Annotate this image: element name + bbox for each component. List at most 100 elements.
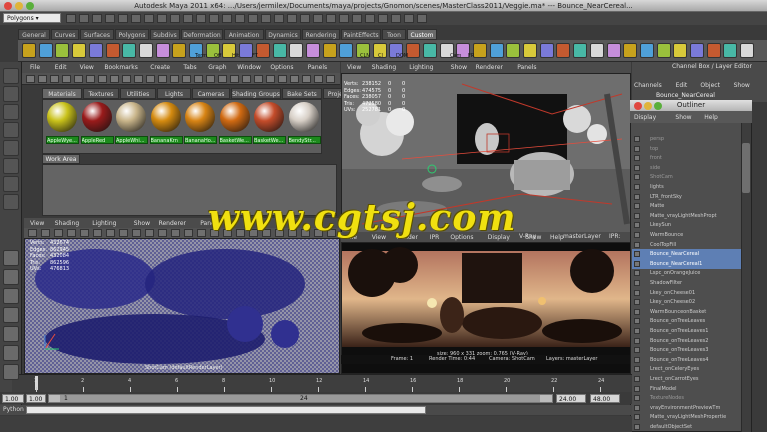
status-line-tool-icon[interactable] [170, 14, 180, 23]
outliner-scroll-thumb[interactable] [742, 143, 750, 193]
outliner-menu-show[interactable]: Show [675, 112, 691, 123]
outliner-item[interactable]: Bounce_onTreeLeaves3 [632, 345, 750, 355]
outliner-item[interactable]: Lkey_onCheese01 [632, 288, 750, 298]
animation-end-field[interactable]: 48.00 [590, 394, 620, 403]
hypershade-menu-panels[interactable]: Panels [308, 62, 327, 73]
shelf-button-icon[interactable] [339, 43, 354, 58]
hypershade-toolbar-icon[interactable] [62, 75, 71, 83]
material-swatch[interactable] [150, 102, 181, 132]
shelf-tab-surfaces[interactable]: Surfaces [80, 29, 114, 40]
channel-box-menu-edit[interactable]: Edit [676, 80, 688, 91]
hypershade-toolbar-icon[interactable] [230, 75, 239, 83]
hypershade-menu-tabs[interactable]: Tabs [183, 62, 196, 73]
hypershade-menu-create[interactable]: Create [150, 62, 170, 73]
material-swatch[interactable] [47, 102, 77, 132]
outliner-item[interactable]: defaultObjectSet [632, 422, 750, 432]
hypershade-tab-lights[interactable]: Lights [157, 88, 191, 99]
viewport-toolbar-icon[interactable] [132, 229, 141, 237]
shelf-button-icon[interactable] [172, 43, 187, 58]
menu-set-select[interactable]: Polygons ▾ [3, 13, 61, 23]
viewport-toolbar-icon[interactable] [197, 229, 206, 237]
manipulator-tool-icon[interactable] [3, 176, 19, 192]
layout-preset-icon[interactable] [3, 364, 19, 380]
status-line-tool-icon[interactable] [352, 14, 362, 23]
outliner-item[interactable]: Bounce_onTreeLeaves4 [632, 355, 750, 365]
hypershade-toolbar-icon[interactable] [110, 75, 119, 83]
hypershade-toolbar-icon[interactable] [326, 75, 335, 83]
shelf-button-icon[interactable] [639, 43, 654, 58]
shelf-tab-dynamics[interactable]: Dynamics [265, 29, 301, 40]
render-layer-select[interactable]: masterLayer [563, 233, 601, 240]
move-tool-icon[interactable] [3, 122, 19, 138]
shelf-button-icon[interactable] [706, 43, 721, 58]
shelf-tab-animation[interactable]: Animation [224, 29, 264, 40]
outliner-item[interactable]: persp [632, 134, 750, 144]
hypershade-toolbar-icon[interactable] [74, 75, 83, 83]
layout-preset-icon[interactable] [3, 288, 19, 304]
shelf-button-icon[interactable] [105, 43, 120, 58]
status-line-tool-icon[interactable] [274, 14, 284, 23]
shelf-button-icon[interactable] [272, 43, 287, 58]
shelf-button-icon[interactable] [155, 43, 170, 58]
outliner-close-button[interactable] [634, 102, 642, 110]
shelf-button-icon[interactable] [88, 43, 103, 58]
viewport-toolbar-icon[interactable] [171, 229, 180, 237]
status-line-tool-icon[interactable] [222, 14, 232, 23]
viewport-toolbar-icon[interactable] [41, 229, 50, 237]
status-line-tool-icon[interactable] [417, 14, 427, 23]
shelf-tab-deformation[interactable]: Deformation [181, 29, 223, 40]
outliner-item[interactable]: WarmBounceonBasket [632, 307, 750, 317]
status-line-tool-icon[interactable] [144, 14, 154, 23]
status-line-tool-icon[interactable] [131, 14, 141, 23]
status-line-tool-icon[interactable] [196, 14, 206, 23]
shelf-button-icon[interactable] [656, 43, 671, 58]
shelf-button-icon[interactable] [723, 43, 738, 58]
layout-preset-icon[interactable] [3, 307, 19, 323]
outliner-menu-help[interactable]: Help [704, 112, 718, 123]
hypershade-menu-window[interactable]: Window [237, 62, 261, 73]
playback-end-field[interactable]: 24.00 [556, 394, 586, 403]
shelf-button-icon[interactable] [422, 43, 437, 58]
status-line-tool-icon[interactable] [365, 14, 375, 23]
top-viewport-menu-shading[interactable]: Shading [372, 62, 396, 73]
shelf-button-icon[interactable] [322, 43, 337, 58]
hypershade-toolbar-icon[interactable] [122, 75, 131, 83]
outliner-item[interactable]: vrayEnvironmentPreviewTm [632, 403, 750, 413]
shelf-button-icon[interactable] [472, 43, 487, 58]
shelf-button-icon[interactable] [690, 43, 704, 58]
shelf-button-icon[interactable] [239, 43, 254, 58]
viewport-toolbar-icon[interactable] [158, 229, 167, 237]
status-line-tool-icon[interactable] [313, 14, 323, 23]
shelf-button-icon[interactable] [673, 43, 688, 58]
shelf-button-icon[interactable] [573, 43, 588, 58]
status-line-tool-icon[interactable] [79, 14, 89, 23]
status-line-tool-icon[interactable] [92, 14, 102, 23]
hypershade-toolbar-icon[interactable] [50, 75, 59, 83]
playback-start-field[interactable]: 1.00 [26, 394, 46, 403]
shelf-button-icon[interactable] [589, 43, 604, 58]
outliner-item[interactable]: Lrect_onCeleryEyes [632, 364, 750, 374]
rotate-tool-icon[interactable] [3, 140, 19, 156]
outliner-item[interactable]: side [632, 163, 750, 173]
select-tool-icon[interactable] [3, 68, 19, 84]
layout-preset-icon[interactable] [3, 345, 19, 361]
viewport-toolbar-icon[interactable] [145, 229, 154, 237]
outliner-item[interactable]: Bounce_onTreeLeaves2 [632, 336, 750, 346]
close-window-button[interactable] [4, 2, 12, 10]
outliner-item[interactable]: Lrect_onCarrotEyes [632, 374, 750, 384]
material-swatch[interactable] [116, 102, 146, 132]
status-line-tool-icon[interactable] [404, 14, 414, 23]
viewport-toolbar-icon[interactable] [184, 229, 193, 237]
shelf-tab-polygons[interactable]: Polygons [115, 29, 149, 40]
outliner-zoom-button[interactable] [654, 102, 662, 110]
hypershade-tab-textures[interactable]: Textures [83, 88, 119, 99]
shelf-tab-general[interactable]: General [18, 29, 50, 40]
status-line-tool-icon[interactable] [391, 14, 401, 23]
viewport-toolbar-icon[interactable] [67, 229, 76, 237]
shelf-button-icon[interactable] [305, 43, 320, 58]
outliner-minimize-button[interactable] [644, 102, 652, 110]
outliner-item[interactable]: top [632, 144, 750, 154]
material-swatch[interactable] [219, 102, 250, 132]
bottom-left-viewport[interactable]: ShotCam (defaultRenderLayer) [24, 238, 340, 374]
status-line-tool-icon[interactable] [378, 14, 388, 23]
